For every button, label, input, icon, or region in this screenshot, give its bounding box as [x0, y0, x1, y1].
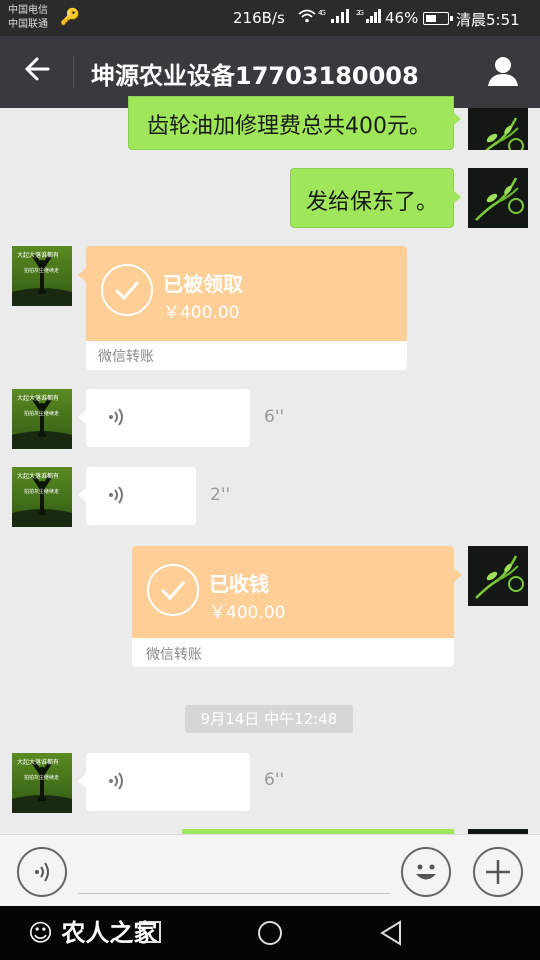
plus-icon[interactable] [473, 847, 523, 897]
signal-icon-4g: 4G [318, 8, 352, 27]
sent-message[interactable]: 齿轮油加修理费总共400元。 [128, 96, 454, 150]
signal-icon-2g: 2G [356, 8, 384, 27]
system-nav-bar: ☺ 农人之家 [0, 906, 540, 960]
avatar-text: 大起大落谁都有 [17, 394, 59, 402]
sig2-label: 2G [356, 9, 363, 17]
emoji-icon[interactable] [401, 847, 451, 897]
avatar-contact[interactable]: 大起大落谁都有拍拍灰尘继续走 [12, 753, 72, 813]
transfer-card[interactable]: 已被领取 ￥400.00 微信转账 [86, 246, 407, 370]
transfer-status: 已被领取 [163, 272, 243, 296]
sent-message[interactable]: 发给保东了。 [290, 168, 454, 228]
transfer-card[interactable]: 已收钱 ￥400.00 微信转账 [132, 546, 454, 667]
chat-title: 坤源农业设备17703180008 [91, 62, 419, 90]
carrier-1: 中国电信 [8, 5, 48, 16]
input-bar [0, 834, 540, 907]
avatar-contact[interactable]: 大起大落谁都有拍拍灰尘继续走 [12, 467, 72, 527]
avatar-self[interactable] [468, 108, 528, 150]
voice-duration: 6'' [264, 770, 285, 790]
voice-icon [106, 769, 130, 798]
status-bar: 中国电信 中国联通 🔑 216B/s 4G 2G 46% 清晨5:51 [0, 0, 540, 36]
avatar-contact[interactable]: 大起大落谁都有拍拍灰尘继续走 [12, 246, 72, 306]
avatar-text: 拍拍灰尘继续走 [24, 267, 59, 274]
message-text: 发给保东了。 [306, 190, 439, 215]
back-nav-icon[interactable] [378, 919, 404, 951]
voice-icon [106, 405, 130, 434]
home-icon[interactable] [256, 919, 284, 951]
battery-icon [423, 12, 453, 25]
voice-message[interactable] [86, 389, 250, 447]
voice-icon [106, 483, 130, 512]
key-icon: 🔑 [60, 7, 80, 26]
transfer-footer: 微信转账 [98, 349, 154, 365]
watermark-logo-icon: ☺ [28, 919, 54, 947]
sig1-label: 4G [318, 9, 325, 17]
check-icon [147, 564, 199, 616]
carrier-2: 中国联通 [8, 19, 48, 30]
watermark: ☺ 农人之家 [28, 913, 157, 948]
voice-duration: 6'' [264, 407, 285, 427]
voice-message[interactable] [86, 753, 250, 811]
message-text: 齿轮油加修理费总共400元。 [147, 114, 431, 139]
avatar-text: 大起大落谁都有 [17, 472, 59, 480]
voice-input-icon[interactable] [17, 847, 67, 897]
avatar-text: 大起大落谁都有 [17, 251, 59, 259]
watermark-text: 农人之家 [61, 919, 158, 947]
avatar-contact[interactable]: 大起大落谁都有拍拍灰尘继续走 [12, 389, 72, 449]
back-arrow-icon[interactable] [20, 54, 54, 88]
transfer-footer: 微信转账 [146, 647, 202, 663]
avatar-self[interactable] [468, 168, 528, 228]
net-speed: 216B/s [233, 9, 285, 27]
clock: 清晨5:51 [456, 11, 520, 29]
avatar-text: 大起大落谁都有 [17, 758, 59, 766]
avatar-self[interactable] [468, 546, 528, 606]
check-icon [101, 264, 153, 316]
avatar-text: 拍拍灰尘继续走 [24, 410, 59, 417]
avatar-text: 拍拍灰尘继续走 [24, 774, 59, 781]
header-divider [73, 56, 74, 88]
avatar-text: 拍拍灰尘继续走 [24, 488, 59, 495]
transfer-status: 已收钱 [209, 572, 269, 596]
timestamp: 9月14日 中午12:48 [185, 705, 353, 733]
voice-message[interactable] [86, 467, 196, 525]
voice-duration: 2'' [210, 485, 231, 505]
battery-percent: 46% [385, 9, 419, 27]
message-input[interactable] [78, 893, 390, 894]
person-icon[interactable] [486, 54, 520, 88]
transfer-amount: ￥400.00 [209, 603, 286, 623]
wifi-icon [298, 9, 316, 27]
transfer-amount: ￥400.00 [163, 303, 240, 323]
